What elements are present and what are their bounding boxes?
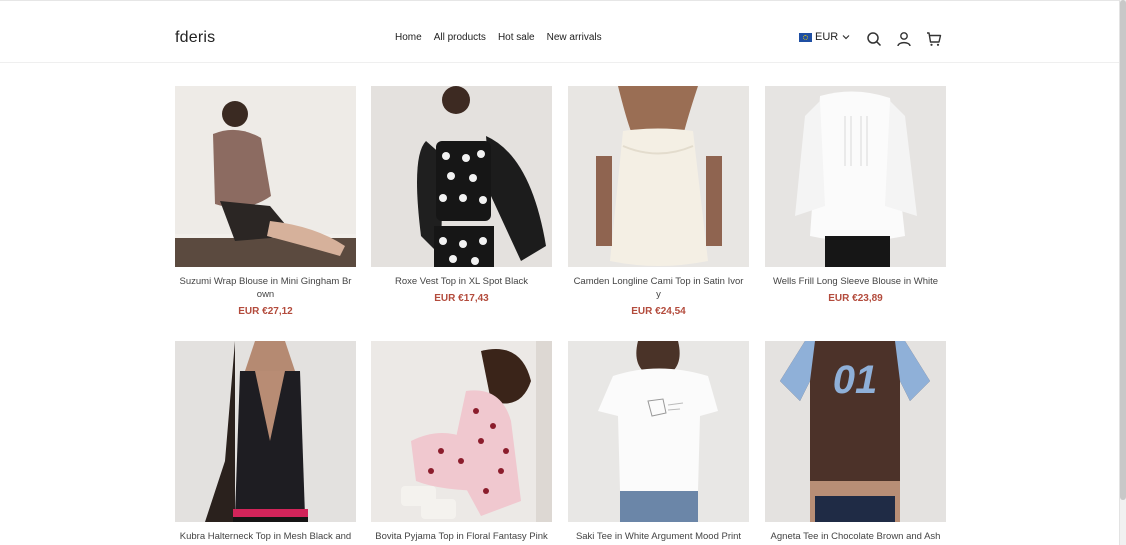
product-image[interactable]: 01 bbox=[765, 341, 946, 522]
currency-selector[interactable]: EUR bbox=[799, 31, 851, 43]
product-image[interactable] bbox=[765, 86, 946, 267]
product-card[interactable]: Suzumi Wrap Blouse in Mini Gingham Brown… bbox=[175, 86, 356, 317]
product-image[interactable] bbox=[175, 341, 356, 522]
chevron-down-icon bbox=[842, 35, 850, 40]
svg-text:01: 01 bbox=[833, 358, 878, 402]
product-title[interactable]: Saki Tee in White Argument Mood Print bbox=[568, 530, 749, 543]
product-card[interactable]: Roxe Vest Top in XL Spot Black EUR €17,4… bbox=[371, 86, 552, 304]
product-title[interactable]: Camden Longline Cami Top in Satin Ivory bbox=[568, 275, 749, 301]
search-icon[interactable] bbox=[866, 31, 882, 47]
currency-label: EUR bbox=[815, 31, 839, 43]
product-title[interactable]: Wells Frill Long Sleeve Blouse in White bbox=[765, 275, 946, 288]
product-title[interactable]: Suzumi Wrap Blouse in Mini Gingham Brown bbox=[175, 275, 356, 301]
product-image[interactable] bbox=[371, 86, 552, 267]
product-image[interactable] bbox=[371, 341, 552, 522]
product-card[interactable]: 01 Agneta Tee in Chocolate Brown and Ash bbox=[765, 341, 946, 543]
product-price: EUR €23,89 bbox=[828, 293, 883, 304]
cart-icon[interactable] bbox=[926, 31, 942, 47]
product-card[interactable]: Saki Tee in White Argument Mood Print bbox=[568, 341, 749, 543]
nav-hot-sale[interactable]: Hot sale bbox=[498, 32, 535, 43]
product-title[interactable]: Roxe Vest Top in XL Spot Black bbox=[371, 275, 552, 288]
nav-home[interactable]: Home bbox=[395, 32, 422, 43]
product-card[interactable]: Kubra Halterneck Top in Mesh Black and bbox=[175, 341, 356, 543]
product-price: EUR €24,54 bbox=[631, 306, 686, 317]
product-price: EUR €17,43 bbox=[434, 293, 489, 304]
product-title[interactable]: Kubra Halterneck Top in Mesh Black and bbox=[175, 530, 356, 543]
scrollbar-thumb[interactable] bbox=[1120, 0, 1126, 500]
product-image[interactable] bbox=[568, 86, 749, 267]
product-card[interactable]: Camden Longline Cami Top in Satin Ivory … bbox=[568, 86, 749, 317]
product-image[interactable] bbox=[175, 86, 356, 267]
product-card[interactable]: Bovita Pyjama Top in Floral Fantasy Pink bbox=[371, 341, 552, 543]
nav-new-arrivals[interactable]: New arrivals bbox=[547, 32, 602, 43]
page: fderis Home All products Hot sale New ar… bbox=[0, 0, 1126, 545]
site-logo[interactable]: fderis bbox=[175, 29, 215, 47]
product-title[interactable]: Agneta Tee in Chocolate Brown and Ash bbox=[765, 530, 946, 543]
product-image[interactable] bbox=[568, 341, 749, 522]
eu-flag-icon bbox=[799, 32, 812, 42]
product-price: EUR €27,12 bbox=[238, 306, 293, 317]
nav-all-products[interactable]: All products bbox=[434, 32, 486, 43]
product-card[interactable]: Wells Frill Long Sleeve Blouse in White … bbox=[765, 86, 946, 304]
product-title[interactable]: Bovita Pyjama Top in Floral Fantasy Pink bbox=[371, 530, 552, 543]
account-icon[interactable] bbox=[896, 31, 912, 47]
main-nav: Home All products Hot sale New arrivals bbox=[395, 32, 602, 43]
header-icons bbox=[866, 31, 942, 47]
site-header: fderis Home All products Hot sale New ar… bbox=[0, 1, 1119, 63]
